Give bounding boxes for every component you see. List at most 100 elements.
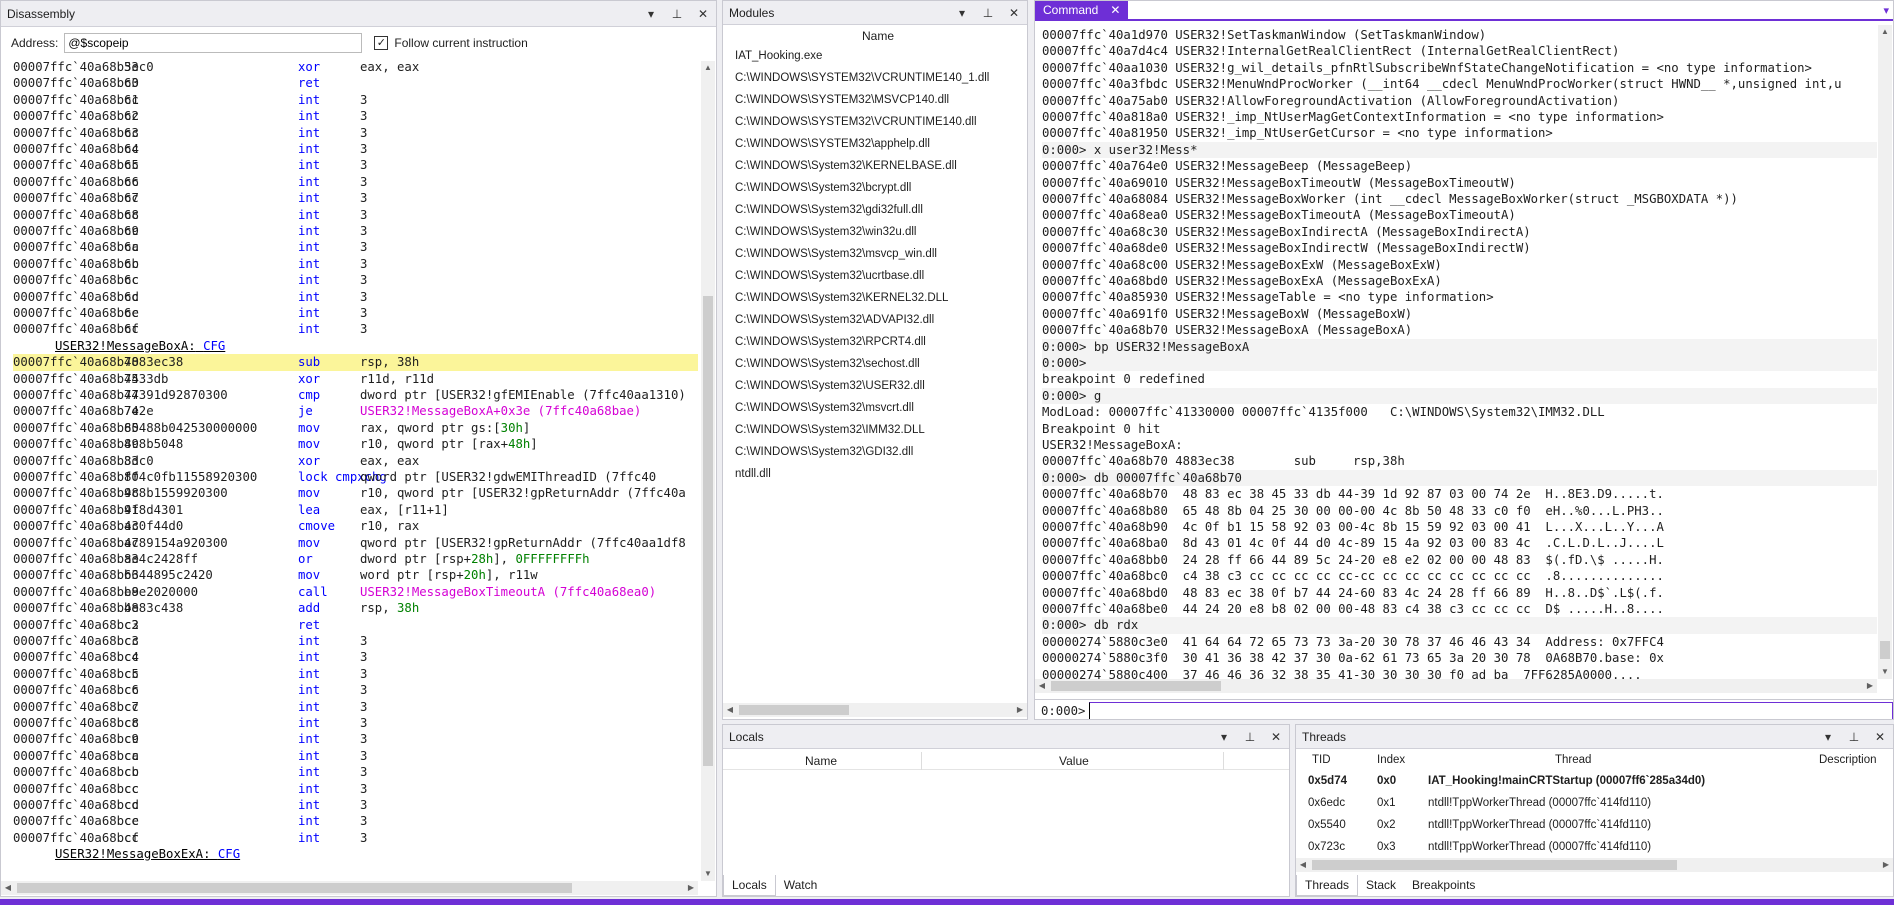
module-item[interactable]: C:\WINDOWS\System32\gdi32full.dll (735, 199, 923, 221)
instruction-row[interactable]: 00007ffc`40a68bae 834c2428ff or dword ptr [… (13, 551, 698, 567)
module-item[interactable]: C:\WINDOWS\System32\ADVAPI32.dll (735, 309, 934, 331)
instruction-row[interactable]: 00007ffc`40a68b65 cc int 3 (13, 157, 698, 173)
instruction-row[interactable]: 00007ffc`40a68b5e 33c0 xor eax, eax (13, 59, 698, 75)
scroll-thumb[interactable] (703, 296, 713, 766)
scroll-right-icon[interactable]: ▶ (1863, 679, 1877, 693)
threads-col-desc[interactable]: Description (1819, 754, 1877, 766)
instruction-row[interactable]: 00007ffc`40a68bc3 cc int 3 (13, 633, 698, 649)
module-item[interactable]: C:\WINDOWS\System32\KERNEL32.DLL (735, 287, 948, 309)
instruction-row[interactable]: 00007ffc`40a68b6c cc int 3 (13, 272, 698, 288)
command-output[interactable]: 00007ffc`40a1d970 USER32!SetTaskmanWindo… (1035, 25, 1877, 679)
module-item[interactable]: C:\WINDOWS\System32\msvcrt.dll (735, 397, 914, 419)
module-item[interactable]: C:\WINDOWS\System32\KERNELBASE.dll (735, 155, 957, 177)
scroll-right-icon[interactable]: ▶ (1013, 703, 1027, 717)
pin-icon[interactable]: ⊥ (664, 7, 690, 21)
threads-hscroll[interactable]: ◀ ▶ (1296, 858, 1893, 872)
instruction-row[interactable]: 00007ffc`40a68bc7 cc int 3 (13, 699, 698, 715)
close-icon[interactable]: ✕ (1867, 730, 1893, 744)
instruction-row[interactable]: 00007ffc`40a68bc2 c3 ret (13, 617, 698, 633)
instruction-row[interactable]: 00007ffc`40a68b6a cc int 3 (13, 239, 698, 255)
follow-checkbox[interactable]: ✓ (374, 36, 389, 50)
instruction-row[interactable]: 00007ffc`40a68bc9 cc int 3 (13, 731, 698, 747)
command-vscroll[interactable]: ▲ ▼ (1878, 25, 1892, 679)
tab-locals[interactable]: Locals (723, 875, 776, 896)
tab-watch[interactable]: Watch (776, 875, 826, 896)
instruction-row[interactable]: 00007ffc`40a68b66 cc int 3 (13, 174, 698, 190)
module-item[interactable]: C:\WINDOWS\SYSTEM32\VCRUNTIME140.dll (735, 111, 977, 133)
scroll-left-icon[interactable]: ◀ (1, 881, 15, 895)
instruction-row[interactable]: 00007ffc`40a68b60 c3 ret (13, 75, 698, 91)
instruction-row[interactable]: 00007ffc`40a68bcd cc int 3 (13, 797, 698, 813)
instruction-row[interactable]: 00007ffc`40a68b69 cc int 3 (13, 223, 698, 239)
chevron-down-icon[interactable]: ▾ (949, 6, 975, 20)
module-item[interactable]: C:\WINDOWS\System32\sechost.dll (735, 353, 920, 375)
module-item[interactable]: C:\WINDOWS\System32\USER32.dll (735, 375, 925, 397)
scroll-right-icon[interactable]: ▶ (684, 881, 698, 895)
scroll-thumb[interactable] (17, 883, 572, 893)
scroll-thumb[interactable] (1880, 641, 1890, 659)
tab-breakpoints[interactable]: Breakpoints (1404, 875, 1483, 896)
scroll-down-icon[interactable]: ▼ (701, 867, 715, 881)
instruction-row[interactable]: 00007ffc`40a68ba3 4c0f44d0 cmove r10, rax (13, 518, 698, 534)
module-item[interactable]: C:\WINDOWS\System32\ucrtbase.dll (735, 265, 924, 287)
module-item[interactable]: C:\WINDOWS\System32\GDI32.dll (735, 441, 913, 463)
threads-col-index[interactable]: Index (1377, 754, 1405, 766)
chevron-down-icon[interactable]: ▾ (1815, 730, 1841, 744)
instruction-row[interactable]: 00007ffc`40a68b6f cc int 3 (13, 321, 698, 337)
chevron-down-icon[interactable]: ▾ (638, 7, 664, 21)
chevron-down-icon[interactable]: ▾ (1883, 4, 1889, 17)
disassembly-hscroll[interactable]: ◀ ▶ (1, 881, 698, 895)
module-item[interactable]: C:\WINDOWS\System32\IMM32.DLL (735, 419, 925, 441)
module-item[interactable]: C:\WINDOWS\SYSTEM32\apphelp.dll (735, 133, 930, 155)
instruction-row[interactable]: 00007ffc`40a68b68 cc int 3 (13, 207, 698, 223)
instruction-row[interactable]: 00007ffc`40a68bc4 cc int 3 (13, 649, 698, 665)
disassembly-listing[interactable]: 00007ffc`40a68b5e 33c0 xor eax, eax 00007ffc… (1, 57, 698, 881)
scroll-left-icon[interactable]: ◀ (1035, 679, 1049, 693)
instruction-row[interactable]: 00007ffc`40a68bc8 cc int 3 (13, 715, 698, 731)
instruction-row[interactable]: 00007ffc`40a68bb9 e8e2020000 call USER32!Me… (13, 584, 698, 600)
thread-row[interactable]: 0x5540 0x2 ntdll!TppWorkerThread (00007ffc… (1296, 814, 1776, 836)
instruction-row[interactable]: 00007ffc`40a68b8f f04c0fb11558920300 lock … (13, 469, 698, 485)
module-item[interactable]: C:\WINDOWS\SYSTEM32\VCRUNTIME140_1.dll (735, 67, 989, 89)
address-input[interactable] (64, 33, 363, 53)
close-icon[interactable]: ✕ (690, 7, 716, 21)
close-icon[interactable]: ✕ (1263, 730, 1289, 744)
scroll-thumb[interactable] (1051, 681, 1221, 691)
instruction-row[interactable]: 00007ffc`40a68b77 44391d92870300 cmp dword … (13, 387, 698, 403)
tab-threads[interactable]: Threads (1296, 875, 1359, 896)
thread-row[interactable]: 0x5d74 0x0 IAT_Hooking!mainCRTStartup (000… (1296, 770, 1776, 792)
command-hscroll[interactable]: ◀ ▶ (1035, 679, 1877, 693)
instruction-row[interactable]: 00007ffc`40a68bc6 cc int 3 (13, 682, 698, 698)
instruction-row[interactable]: 00007ffc`40a68bcf cc int 3 (13, 830, 698, 846)
locals-col-name[interactable]: Name (805, 754, 837, 768)
cfg-link[interactable]: CFG (203, 339, 225, 353)
instruction-row[interactable]: 00007ffc`40a68b7e 742e je USER32!MessageBox… (13, 403, 698, 419)
module-item[interactable]: C:\WINDOWS\System32\msvcp_win.dll (735, 243, 937, 265)
tab-stack[interactable]: Stack (1358, 875, 1404, 896)
operand-symbol[interactable]: USER32!MessageBoxTimeoutA (7ffc40a68ea0) (360, 585, 656, 599)
instruction-row[interactable]: 00007ffc`40a68b6e cc int 3 (13, 305, 698, 321)
scroll-up-icon[interactable]: ▲ (1878, 25, 1892, 39)
command-input[interactable] (1089, 701, 1893, 719)
instruction-row[interactable]: 00007ffc`40a68b6d cc int 3 (13, 289, 698, 305)
modules-hscroll[interactable]: ◀ ▶ (723, 703, 1027, 717)
scroll-left-icon[interactable]: ◀ (723, 703, 737, 717)
thread-row[interactable]: 0x723c 0x3 ntdll!TppWorkerThread (00007ffc… (1296, 836, 1776, 858)
modules-column-header[interactable]: Name (723, 27, 1023, 45)
instruction-row[interactable]: 00007ffc`40a68b9f 418d4301 lea eax, [r11+1] (13, 502, 698, 518)
instruction-row[interactable]: 00007ffc`40a68b62 cc int 3 (13, 108, 698, 124)
instruction-row[interactable]: 00007ffc`40a68bbe 4883c438 add rsp, 38h (13, 600, 698, 616)
module-item[interactable]: C:\WINDOWS\System32\RPCRT4.dll (735, 331, 926, 353)
threads-col-tid[interactable]: TID (1312, 754, 1331, 766)
command-tab[interactable]: Command ✕ (1035, 1, 1129, 20)
instruction-row[interactable]: 00007ffc`40a68b8d 33c0 xor eax, eax (13, 453, 698, 469)
instruction-row[interactable]: 00007ffc`40a68b80 65488b042530000000 mov ra… (13, 420, 698, 436)
instruction-row[interactable]: 00007ffc`40a68b98 4c8b1559920300 mov r10, q… (13, 485, 698, 501)
instruction-row[interactable]: 00007ffc`40a68bca cc int 3 (13, 748, 698, 764)
instruction-row[interactable]: 00007ffc`40a68b70 4883ec38 sub rsp, 38h (13, 354, 698, 371)
instruction-row[interactable]: 00007ffc`40a68b89 4c8b5048 mov r10, qword p… (13, 436, 698, 452)
instruction-row[interactable]: 00007ffc`40a68bc5 cc int 3 (13, 666, 698, 682)
instruction-row[interactable]: 00007ffc`40a68b64 cc int 3 (13, 141, 698, 157)
disassembly-vscroll[interactable]: ▲ ▼ (701, 61, 715, 881)
scroll-right-icon[interactable]: ▶ (1879, 858, 1893, 872)
